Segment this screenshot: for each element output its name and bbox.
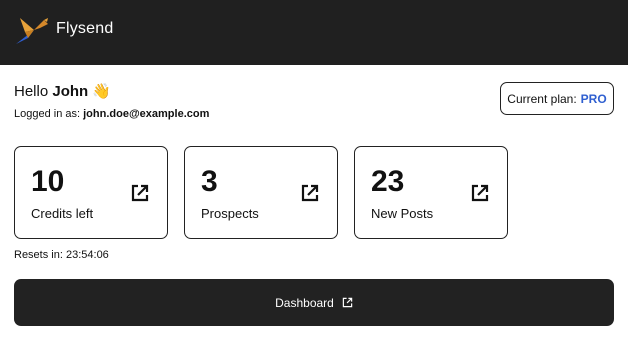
resets-time: 23:54:06 — [65, 249, 109, 261]
plan-label: Current plan: — [507, 91, 577, 106]
external-link-icon[interactable] — [470, 183, 490, 203]
credits-label: Credits left — [31, 206, 94, 221]
credits-reset-timer: Resets in: 23:54:06 — [14, 249, 109, 261]
brand-name[interactable]: Flysend — [56, 20, 113, 38]
plan-tier: PRO — [580, 91, 607, 106]
user-email: john.doe@example.com — [83, 108, 210, 120]
greeting: Hello John 👋 — [14, 82, 111, 100]
new-posts-card[interactable]: 23 New Posts — [354, 146, 508, 239]
logged-in-as: Logged in as: john.doe@example.com — [14, 108, 209, 120]
external-link-icon[interactable] — [300, 183, 320, 203]
prospects-card[interactable]: 3 Prospects — [184, 146, 338, 239]
prospects-value: 3 — [201, 165, 218, 198]
dashboard-button[interactable]: Dashboard — [14, 279, 614, 326]
new-posts-value: 23 — [371, 165, 405, 198]
external-link-icon — [342, 297, 353, 308]
credits-value: 10 — [31, 165, 65, 198]
current-plan-badge[interactable]: Current plan: PRO — [500, 82, 614, 115]
resets-label: Resets in: — [14, 249, 63, 261]
greeting-prefix: Hello — [14, 83, 49, 100]
bird-logo-icon[interactable] — [14, 14, 50, 46]
credits-card[interactable]: 10 Credits left — [14, 146, 168, 239]
new-posts-label: New Posts — [371, 206, 434, 221]
prospects-label: Prospects — [201, 206, 259, 221]
user-name: John — [52, 83, 89, 100]
top-bar: Flysend — [0, 0, 628, 65]
external-link-icon[interactable] — [130, 183, 150, 203]
wave-emoji-icon: 👋 — [92, 83, 112, 100]
dashboard-button-label: Dashboard — [275, 295, 334, 310]
logged-in-label: Logged in as: — [14, 108, 81, 120]
